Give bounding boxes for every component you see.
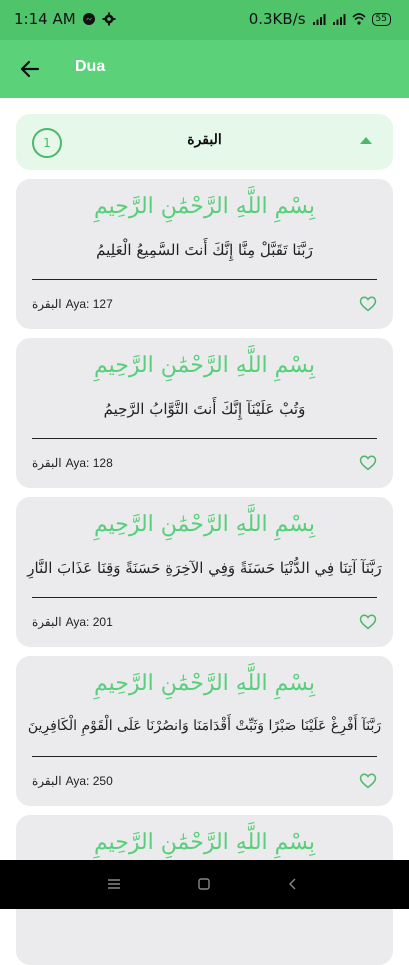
dua-reference: البقرة Aya: 127	[32, 297, 113, 311]
signal-icon-2	[332, 14, 346, 25]
divider	[32, 756, 377, 757]
status-time: 1:14 AM	[14, 10, 76, 28]
bismillah-calligraphy: بِسْمِ اللَّهِ الرَّحْمَٰنِ الرَّحِيمِ	[93, 671, 316, 696]
surah-label: البقرة	[32, 615, 62, 629]
status-left: 1:14 AM	[14, 10, 116, 28]
dua-reference: البقرة Aya: 128	[32, 456, 113, 470]
status-right: 0.3KB/s 55	[249, 10, 391, 28]
bismillah-calligraphy: بِسْمِ اللَّهِ الرَّحْمَٰنِ الرَّحِيمِ	[93, 512, 316, 537]
favorite-heart-icon[interactable]	[359, 613, 377, 631]
favorite-heart-icon[interactable]	[359, 454, 377, 472]
bismillah-calligraphy: بِسْمِ اللَّهِ الرَّحْمَٰنِ الرَّحِيمِ	[93, 353, 316, 378]
page-title: Dua	[75, 58, 106, 75]
dua-card: بِسْمِ اللَّهِ الرَّحْمَٰنِ الرَّحِيمِ و…	[16, 338, 393, 488]
aya-number: Aya: 127	[65, 297, 113, 311]
surah-name: البقرة	[187, 132, 222, 148]
app-bar: Dua	[0, 40, 409, 98]
network-speed: 0.3KB/s	[248, 10, 306, 28]
dua-reference: البقرة Aya: 201	[32, 615, 113, 629]
menu-icon[interactable]	[105, 875, 123, 893]
status-bar: 1:14 AM 0.3KB/s 55	[0, 0, 409, 40]
surah-label: البقرة	[32, 456, 62, 470]
battery-icon: 55	[371, 12, 391, 26]
back-arrow-icon[interactable]	[18, 57, 42, 81]
divider	[32, 438, 377, 439]
dua-card: بِسْمِ اللَّهِ الرَّحْمَٰنِ الرَّحِيمِ ر…	[16, 497, 393, 647]
home-square-icon[interactable]	[195, 875, 213, 893]
dua-text: رَبَّنَآ أَفْرِغْ عَلَيْنَا صَبْرًا وَثَ…	[27, 718, 382, 734]
battery-level: 55	[375, 13, 387, 24]
dua-text: رَبَّنَا تَقَبَّلْ مِنَّا إِنَّكَ أَنتَ …	[96, 241, 313, 259]
signal-icon	[312, 14, 326, 25]
divider	[32, 597, 377, 598]
divider	[32, 279, 377, 280]
dua-list: 1 البقرة بِسْمِ اللَّهِ الرَّحْمَٰنِ الر…	[16, 114, 393, 965]
dua-text: وَتُبْ عَلَيْنَآ إِنَّكَ أَنتَ التَّوَّا…	[103, 400, 306, 418]
dua-text: رَبَّنَآ آتِنَا فِي الدُّنْيَا حَسَنَةً …	[27, 559, 382, 577]
favorite-heart-icon[interactable]	[359, 772, 377, 790]
messenger-icon	[82, 13, 95, 25]
aya-number: Aya: 128	[65, 456, 113, 470]
gear-icon	[102, 12, 116, 26]
wifi-icon	[351, 13, 366, 25]
surah-label: البقرة	[32, 297, 62, 311]
collapse-caret-icon[interactable]	[359, 135, 373, 145]
dua-card: بِسْمِ اللَّهِ الرَّحْمَٰنِ الرَّحِيمِ ر…	[16, 179, 393, 329]
aya-number: Aya: 250	[65, 774, 113, 788]
back-chevron-icon[interactable]	[284, 875, 302, 893]
bismillah-calligraphy: بِسْمِ اللَّهِ الرَّحْمَٰنِ الرَّحِيمِ	[93, 830, 316, 855]
favorite-heart-icon[interactable]	[359, 295, 377, 313]
bismillah-calligraphy: بِسْمِ اللَّهِ الرَّحْمَٰنِ الرَّحِيمِ	[93, 194, 316, 219]
dua-card: بِسْمِ اللَّهِ الرَّحْمَٰنِ الرَّحِيمِ ر…	[16, 656, 393, 806]
aya-number: Aya: 201	[65, 615, 113, 629]
surah-label: البقرة	[32, 774, 62, 788]
dua-reference: البقرة Aya: 250	[32, 774, 113, 788]
system-nav-bar	[0, 860, 409, 909]
surah-header[interactable]: 1 البقرة	[16, 114, 393, 170]
